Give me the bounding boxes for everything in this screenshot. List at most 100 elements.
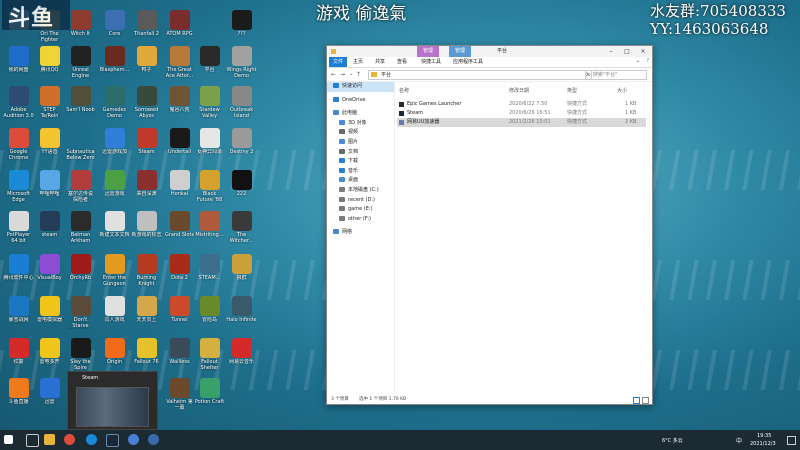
ribbon-tab-view[interactable]: 查看 [393, 57, 411, 67]
desktop-shortcut[interactable]: 网易云音乐 [226, 338, 257, 371]
desktop-shortcut[interactable]: Undertail [164, 128, 195, 161]
desktop-shortcut[interactable]: STEAM... [194, 254, 225, 287]
ribbon-tab-shortcut-tools[interactable]: 快捷工具 [417, 57, 445, 67]
desktop-shortcut[interactable]: Wings Right Demo [226, 46, 257, 79]
desktop-shortcut[interactable]: Don't Starve Together [65, 296, 96, 329]
desktop-shortcut[interactable]: 冒险岛 [194, 296, 225, 329]
file-row[interactable]: Epic Games Launcher 2020/6/22 7:50 快捷方式 1 K… [397, 100, 646, 109]
popup-thumbnail[interactable] [76, 387, 149, 427]
nav-item[interactable]: OneDrive [327, 96, 394, 106]
steam-taskbar-icon[interactable] [106, 434, 119, 447]
desktop-shortcut[interactable]: 哔哩哔哩 [34, 170, 65, 203]
desktop-shortcut[interactable]: Dota 2 [164, 254, 195, 287]
weather-text[interactable]: 6°C 多云 [662, 437, 683, 444]
nav-item[interactable]: game (E:) [327, 205, 394, 215]
file-row[interactable]: 网易UU加速器 2021/2/26 13:01 快捷方式 2 KB [397, 118, 646, 127]
desktop-shortcut[interactable]: 斗鱼直播 [3, 378, 34, 411]
desktop-shortcut[interactable]: 迅雷 [34, 378, 65, 411]
column-header-size[interactable]: 大小 [617, 87, 627, 94]
desktop-shortcut[interactable]: Blasphem... [99, 46, 130, 79]
desktop-shortcut[interactable]: Batman Arkham [65, 211, 96, 244]
desktop-shortcut[interactable]: Enter the Gungeon [99, 254, 130, 287]
edge-taskbar-icon[interactable] [86, 434, 97, 445]
nav-item[interactable]: 此电脑 [327, 109, 394, 119]
nav-item[interactable]: 3D 对象 [327, 119, 394, 129]
path-box[interactable]: 平台 ⟳ [368, 70, 592, 80]
desktop-shortcut[interactable]: 同人游戏 [99, 296, 130, 329]
desktop-shortcut[interactable]: 天天向上 [131, 296, 162, 329]
desktop-shortcut[interactable]: 雷电多开 [34, 338, 65, 371]
desktop-shortcut[interactable]: 红警 [3, 338, 34, 371]
desktop-shortcut[interactable]: YY语音 [34, 128, 65, 161]
nav-item[interactable]: other (F:) [327, 215, 394, 225]
large-icons-view-icon[interactable] [642, 397, 649, 404]
desktop-shortcut[interactable]: 新建文本文档 [99, 211, 130, 244]
desktop-shortcut[interactable]: OrchyRb [65, 254, 96, 287]
file-explorer-taskbar-icon[interactable] [44, 434, 55, 445]
ribbon-tab-home[interactable]: 主页 [349, 57, 367, 67]
clock-time[interactable]: 19:35 [757, 433, 771, 439]
desktop-shortcut[interactable]: 腾讯QQ [34, 46, 65, 79]
desktop-shortcut[interactable]: Valheim 第一幕 [164, 378, 195, 411]
app-taskbar-icon[interactable] [128, 434, 139, 445]
desktop-shortcut[interactable]: Core [99, 10, 130, 43]
nav-item[interactable]: 视频 [327, 128, 394, 138]
column-header-name[interactable]: 名称 [399, 87, 409, 94]
desktop-shortcut[interactable]: VisualBoy [34, 254, 65, 287]
nav-item[interactable]: 音乐 [327, 167, 394, 177]
desktop-shortcut[interactable]: Unreal Engine [65, 46, 96, 79]
nav-item[interactable]: 网络 [327, 228, 394, 238]
desktop-shortcut[interactable]: 鸭子 [131, 46, 162, 79]
desktop-shortcut[interactable]: 平台 [194, 46, 225, 79]
desktop-shortcut[interactable]: Destiny 2 [226, 128, 257, 161]
desktop-shortcut[interactable]: Potion Craft [194, 378, 225, 411]
desktop-shortcut[interactable]: Halo Infinite [226, 296, 257, 329]
ctx-tab-manage-2[interactable]: 管理 [449, 46, 472, 57]
desktop-shortcut[interactable]: Subnautica Below Zero [65, 128, 96, 161]
desktop-shortcut[interactable]: 我的网盘 [3, 46, 34, 79]
desktop-shortcut[interactable]: The Great Ace Attor... [164, 46, 195, 79]
recent-dropdown-icon[interactable]: ⌄ [349, 71, 353, 77]
ribbon-tab-share[interactable]: 共享 [371, 57, 389, 67]
start-button-icon[interactable] [4, 435, 13, 444]
desktop-shortcut[interactable]: Tunnel [164, 296, 195, 329]
back-button[interactable]: ← [331, 71, 336, 78]
desktop-shortcut[interactable]: Mistriting... [194, 211, 225, 244]
desktop-shortcut[interactable]: Honkai [164, 170, 195, 203]
desktop-shortcut[interactable]: PotPlayer 64 bit [3, 211, 34, 244]
desktop-shortcut[interactable]: Origin [99, 338, 130, 371]
close-button[interactable]: × [636, 46, 650, 57]
quick-access-toolbar-icon[interactable] [331, 49, 336, 54]
details-view-icon[interactable] [633, 397, 640, 404]
desktop-shortcut[interactable]: Outbreak Island [226, 86, 257, 119]
desktop-shortcut[interactable]: 迅雷游戏 [99, 170, 130, 203]
desktop-shortcut[interactable]: 新游戏的标志 [131, 211, 162, 244]
minimize-button[interactable]: – [604, 46, 618, 57]
nav-item[interactable]: 图片 [327, 138, 394, 148]
desktop-shortcut[interactable]: Grand Slots [164, 211, 195, 244]
desktop-shortcut[interactable]: Slay the Spire [65, 338, 96, 371]
column-header-type[interactable]: 类型 [567, 87, 577, 94]
ribbon-tab-app-tools[interactable]: 应用程序工具 [449, 57, 487, 67]
ctx-tab-manage[interactable]: 管理 [417, 46, 440, 57]
desktop-shortcut[interactable]: 暴雪战网 [3, 296, 34, 329]
nav-item[interactable]: 快速访问 [327, 82, 394, 92]
nav-item[interactable]: 下载 [327, 157, 394, 167]
clock-date[interactable]: 2021/12/3 [750, 441, 776, 447]
desktop-shortcut[interactable]: 鬼谷八荒 [164, 86, 195, 119]
desktop-shortcut[interactable]: 来自深渊 [131, 170, 162, 203]
expand-ribbon-icon[interactable]: ⌄ [636, 58, 640, 64]
nav-item[interactable]: 桌面 [327, 176, 394, 186]
desktop-shortcut[interactable]: Fallout Shelter [194, 338, 225, 371]
desktop-shortcut[interactable]: Titanfall 2 [131, 10, 162, 43]
desktop-shortcut[interactable]: Sam'l Noob [65, 86, 96, 119]
nav-item[interactable]: 文档 [327, 148, 394, 158]
desktop-shortcut[interactable]: Adobe Audition 3.0 [3, 86, 34, 119]
up-button[interactable]: ↑ [356, 71, 361, 78]
desktop-shortcut[interactable]: Sorrowed Abyss [131, 86, 162, 119]
desktop-shortcut[interactable]: ATOM RPG [164, 10, 195, 43]
desktop-shortcut[interactable]: steam [34, 211, 65, 244]
window-titlebar[interactable]: 管理 管理 平台 – □ × [327, 46, 652, 57]
nav-item[interactable]: 本地磁盘 (C:) [327, 186, 394, 196]
desktop-shortcut[interactable]: Steam [131, 128, 162, 161]
